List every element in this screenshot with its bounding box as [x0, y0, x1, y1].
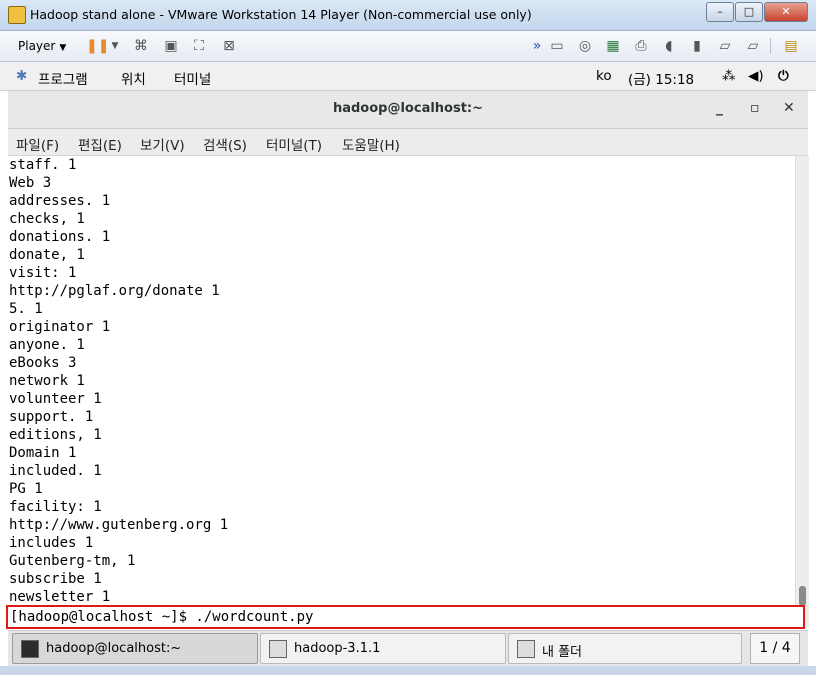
output-line: checks, 1 [9, 211, 85, 227]
gnome-top-bar: ✱ 프로그램 위치 터미널 ko (금) 15:18 ⁂ ◀) ⏻ [0, 62, 816, 91]
taskbar-item-label: hadoop-3.1.1 [294, 641, 381, 656]
terminal-output[interactable]: staff. 1 Web 3 addresses. 1 checks, 1 do… [8, 156, 795, 607]
send-ctrl-alt-del-icon[interactable]: ⌘ [132, 37, 150, 55]
output-line: included. 1 [9, 463, 102, 479]
menu-terminal[interactable]: 터미널(T) [266, 134, 322, 154]
menu-file[interactable]: 파일(F) [16, 134, 59, 154]
output-line: volunteer 1 [9, 391, 102, 407]
file-manager-icon [517, 640, 535, 658]
output-line: http://www.gutenberg.org 1 [9, 517, 229, 533]
full-screen-icon[interactable]: ⛶ [190, 37, 208, 55]
terminal-close-button[interactable]: ✕ [783, 100, 795, 116]
clock[interactable]: (금) 15:18 [628, 68, 694, 88]
vmware-toolbar: Player ▼ ❚❚ ▼ ⌘ ▣ ⛶ ⊠ » ▭ ◎ ▦ ⎙ ◖ ▮ ▱ ▱ ▤ [0, 31, 816, 62]
pause-dropdown-icon[interactable]: ▼ [106, 37, 124, 55]
output-line: addresses. 1 [9, 193, 111, 209]
output-line: support. 1 [9, 409, 94, 425]
hard-disk-icon[interactable]: ▭ [548, 37, 566, 55]
no-unity-icon[interactable]: ⊠ [220, 37, 238, 55]
output-line: editions, 1 [9, 427, 102, 443]
output-line: staff. 1 [9, 157, 77, 173]
toolbar-divider [770, 38, 771, 54]
chevron-down-icon: ▼ [59, 43, 67, 53]
scrollbar-thumb[interactable] [799, 586, 806, 606]
output-line: visit: 1 [9, 265, 77, 281]
message-log-icon[interactable]: ▤ [782, 37, 800, 55]
file-manager-icon [269, 640, 287, 658]
network-adapter-icon[interactable]: ▦ [604, 37, 622, 55]
player-menu-button[interactable]: Player ▼ [12, 37, 72, 55]
terminal-scrollbar[interactable] [795, 156, 809, 628]
removable-device-icon[interactable]: ▱ [716, 37, 734, 55]
removable-device-2-icon[interactable]: ▱ [744, 37, 762, 55]
vmware-app-icon [8, 6, 26, 24]
taskbar-item-hadoop-folder[interactable]: hadoop-3.1.1 [260, 633, 506, 664]
command-prompt-text: [hadoop@localhost ~]$ ./wordcount.py [10, 609, 314, 625]
vmware-window-title: Hadoop stand alone - VMware Workstation … [30, 7, 532, 22]
terminal-minimize-button[interactable]: _ [716, 100, 723, 116]
taskbar-item-terminal[interactable]: hadoop@localhost:~ [12, 633, 258, 664]
input-language[interactable]: ko [596, 68, 612, 84]
volume-icon[interactable]: ◀) [748, 68, 764, 84]
command-prompt-line[interactable]: [hadoop@localhost ~]$ ./wordcount.py [6, 605, 805, 629]
taskbar-item-label: hadoop@localhost:~ [46, 641, 182, 656]
player-menu-label: Player [18, 39, 56, 53]
output-line: includes 1 [9, 535, 94, 551]
menu-view[interactable]: 보기(V) [140, 134, 185, 154]
close-button[interactable]: ✕ [764, 2, 808, 22]
power-icon[interactable]: ⏻ [778, 68, 789, 84]
output-line: donate, 1 [9, 247, 85, 263]
terminal-titlebar: hadoop@localhost:~ _ ▫ ✕ [8, 91, 808, 129]
menu-edit[interactable]: 편집(E) [78, 134, 122, 154]
maximize-button[interactable]: □ [735, 2, 763, 22]
places-menu[interactable]: 위치 [121, 68, 146, 88]
usb-device-icon[interactable]: ▮ [688, 37, 706, 55]
more-devices-icon[interactable]: » [528, 37, 546, 55]
cd-drive-icon[interactable]: ◎ [576, 37, 594, 55]
terminal-menubar: 파일(F) 편집(E) 보기(V) 검색(S) 터미널(T) 도움말(H) [8, 129, 808, 156]
terminal-maximize-button[interactable]: ▫ [750, 100, 760, 116]
output-line: http://pglaf.org/donate 1 [9, 283, 220, 299]
output-line: eBooks 3 [9, 355, 77, 371]
output-line: network 1 [9, 373, 85, 389]
sound-card-icon[interactable]: ◖ [660, 37, 678, 55]
output-line: Web 3 [9, 175, 52, 191]
terminal-icon [21, 640, 39, 658]
minimize-button[interactable]: – [706, 2, 734, 22]
output-line: newsletter 1 [9, 589, 111, 605]
menu-search[interactable]: 검색(S) [203, 134, 247, 154]
unity-icon[interactable]: ▣ [162, 37, 180, 55]
applications-icon: ✱ [16, 68, 28, 84]
terminal-title: hadoop@localhost:~ [332, 101, 484, 116]
output-line: subscribe 1 [9, 571, 102, 587]
output-line: donations. 1 [9, 229, 111, 245]
output-line: PG 1 [9, 481, 43, 497]
vmware-titlebar: Hadoop stand alone - VMware Workstation … [0, 0, 816, 31]
output-line: Gutenberg-tm, 1 [9, 553, 136, 569]
terminal-app-menu[interactable]: 터미널 [174, 68, 211, 88]
output-line: facility: 1 [9, 499, 102, 515]
pause-icon[interactable]: ❚❚ [86, 37, 109, 55]
window-bottom-frame [0, 666, 816, 675]
output-line: Domain 1 [9, 445, 77, 461]
window-controls: – □ ✕ [706, 2, 808, 22]
taskbar: hadoop@localhost:~ hadoop-3.1.1 내 폴더 1 /… [8, 630, 808, 666]
network-icon[interactable]: ⁂ [722, 68, 736, 84]
output-line: anyone. 1 [9, 337, 85, 353]
taskbar-item-label: 내 폴더 [542, 645, 583, 660]
applications-menu[interactable]: 프로그램 [38, 68, 88, 88]
menu-help[interactable]: 도움말(H) [342, 134, 400, 154]
workspace-pager[interactable]: 1 / 4 [750, 633, 800, 664]
output-line: originator 1 [9, 319, 111, 335]
printer-icon[interactable]: ⎙ [632, 37, 650, 55]
taskbar-item-home-folder[interactable]: 내 폴더 [508, 633, 742, 664]
output-line: 5. 1 [9, 301, 43, 317]
